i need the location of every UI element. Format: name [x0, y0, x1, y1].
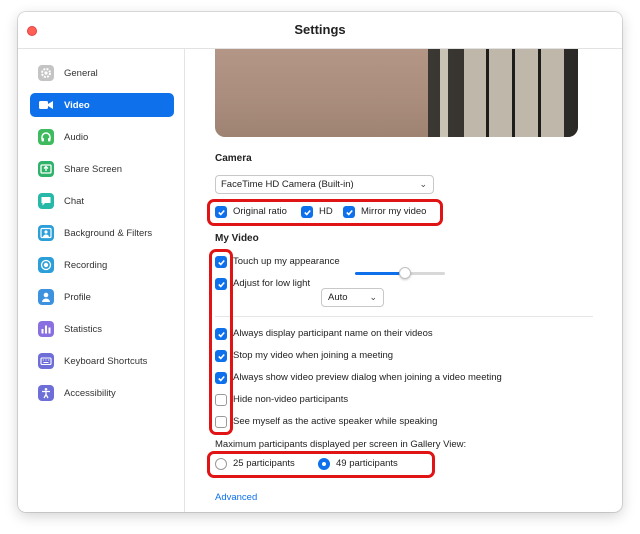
statistics-icon: [38, 321, 54, 337]
preview-window-area: [428, 49, 578, 137]
headphones-icon: [38, 129, 54, 145]
settings-window: Settings General Video Audio Share Scree…: [18, 12, 622, 512]
sidebar-item-video[interactable]: Video: [30, 93, 174, 117]
camera-select[interactable]: FaceTime HD Camera (Built-in) ⌄: [215, 175, 434, 194]
gallery-max-participants-label: Maximum participants displayed per scree…: [215, 439, 467, 450]
sidebar-item-label: Profile: [64, 291, 91, 303]
see-myself-active-speaker-checkbox[interactable]: [215, 416, 227, 428]
camera-preview: [215, 49, 578, 137]
sidebar-item-chat[interactable]: Chat: [30, 189, 174, 213]
window-title: Settings: [294, 22, 346, 37]
chat-icon: [38, 193, 54, 209]
stop-video-on-join-checkbox[interactable]: [215, 350, 227, 362]
recording-icon: [38, 257, 54, 273]
sidebar-item-share-screen[interactable]: Share Screen: [30, 157, 174, 181]
hide-non-video-checkbox[interactable]: [215, 394, 227, 406]
hide-non-video-label: Hide non-video participants: [233, 394, 349, 405]
title-bar: Settings: [18, 12, 622, 49]
display-participant-name-label: Always display participant name on their…: [233, 328, 433, 339]
sidebar-item-label: Recording: [64, 259, 108, 271]
advanced-link[interactable]: Advanced: [215, 492, 257, 503]
sidebar: General Video Audio Share Screen Chat Ba…: [18, 49, 185, 512]
keyboard-icon: [38, 353, 54, 369]
low-light-label: Adjust for low light: [233, 278, 311, 289]
gallery-49-radio[interactable]: [318, 458, 330, 470]
show-preview-dialog-checkbox[interactable]: [215, 372, 227, 384]
show-preview-dialog-label: Always show video preview dialog when jo…: [233, 372, 502, 383]
original-ratio-checkbox[interactable]: [215, 206, 227, 218]
video-camera-icon: [38, 97, 54, 113]
low-light-mode-select[interactable]: Auto ⌄: [321, 288, 384, 307]
sidebar-item-profile[interactable]: Profile: [30, 285, 174, 309]
sidebar-item-keyboard-shortcuts[interactable]: Keyboard Shortcuts: [30, 349, 174, 373]
mirror-video-label: Mirror my video: [361, 206, 427, 217]
sidebar-item-label: Keyboard Shortcuts: [64, 355, 148, 367]
sidebar-item-label: Chat: [64, 195, 85, 207]
sidebar-item-label: General: [64, 67, 98, 79]
slider-thumb[interactable]: [398, 267, 411, 279]
sidebar-item-label: Statistics: [64, 323, 103, 335]
my-video-section-title: My Video: [215, 233, 259, 244]
touch-up-checkbox[interactable]: [215, 256, 227, 268]
sidebar-item-background-filters[interactable]: Background & Filters: [30, 221, 174, 245]
gallery-25-radio[interactable]: [215, 458, 227, 470]
see-myself-active-speaker-label: See myself as the active speaker while s…: [233, 416, 438, 427]
sidebar-item-label: Audio: [64, 131, 89, 143]
gallery-49-label: 49 participants: [336, 458, 398, 469]
mirror-video-checkbox[interactable]: [343, 206, 355, 218]
sidebar-item-label: Background & Filters: [64, 227, 153, 239]
video-settings-panel: Camera FaceTime HD Camera (Built-in) ⌄ O…: [185, 49, 622, 512]
gallery-25-label: 25 participants: [233, 458, 295, 469]
slider-fill: [355, 272, 405, 275]
original-ratio-label: Original ratio: [233, 206, 287, 217]
sidebar-item-label: Share Screen: [64, 163, 123, 175]
sidebar-item-recording[interactable]: Recording: [30, 253, 174, 277]
accessibility-icon: [38, 385, 54, 401]
background-icon: [38, 225, 54, 241]
sidebar-item-statistics[interactable]: Statistics: [30, 317, 174, 341]
low-light-mode-value: Auto: [328, 292, 348, 303]
hd-checkbox[interactable]: [301, 206, 313, 218]
sidebar-item-accessibility[interactable]: Accessibility: [30, 381, 174, 405]
low-light-checkbox[interactable]: [215, 278, 227, 290]
sidebar-item-general[interactable]: General: [30, 61, 174, 85]
chevron-down-icon: ⌄: [419, 179, 427, 189]
camera-section-title: Camera: [215, 153, 252, 164]
touch-up-label: Touch up my appearance: [233, 256, 340, 267]
sidebar-item-label: Accessibility: [64, 387, 116, 399]
stop-video-on-join-label: Stop my video when joining a meeting: [233, 350, 394, 361]
my-video-checkboxes-highlight: [209, 249, 233, 435]
section-divider: [215, 316, 593, 317]
gear-icon: [38, 65, 54, 81]
hd-label: HD: [319, 206, 333, 217]
share-screen-icon: [38, 161, 54, 177]
camera-select-value: FaceTime HD Camera (Built-in): [221, 179, 354, 190]
profile-icon: [38, 289, 54, 305]
sidebar-item-label: Video: [64, 99, 90, 111]
chevron-down-icon: ⌄: [369, 292, 377, 302]
display-participant-name-checkbox[interactable]: [215, 328, 227, 340]
sidebar-item-audio[interactable]: Audio: [30, 125, 174, 149]
